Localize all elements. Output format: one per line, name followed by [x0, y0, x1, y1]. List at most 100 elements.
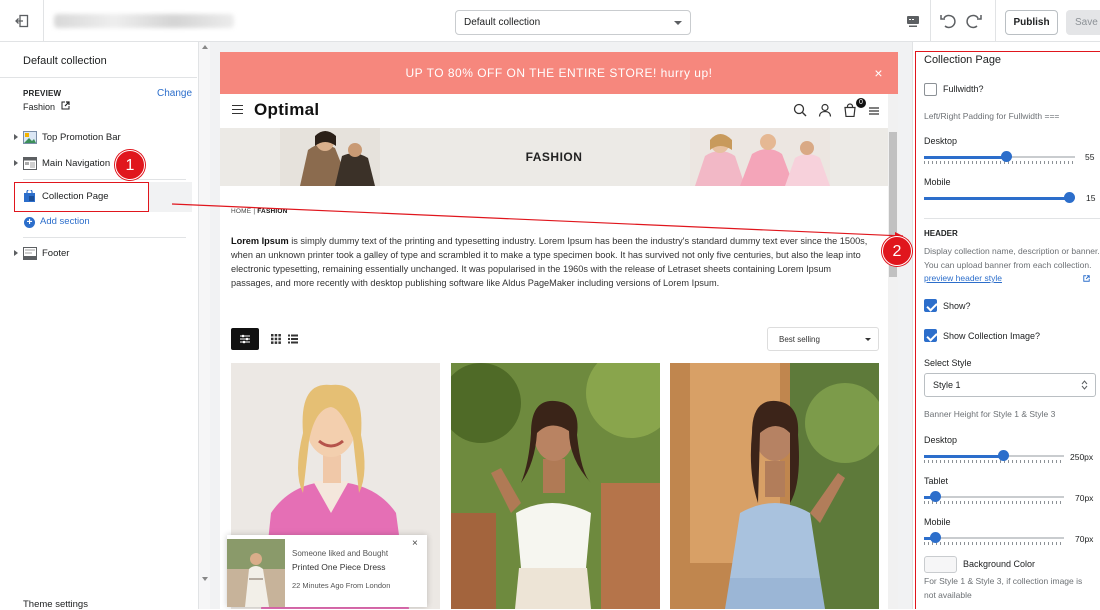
show-collection-image-checkbox[interactable] [924, 329, 937, 342]
add-section-label: Add section [40, 216, 90, 227]
scroll-up-icon[interactable] [202, 45, 208, 49]
description-bold: Lorem Ipsum [231, 236, 289, 246]
section-label: Main Navigation [42, 158, 111, 169]
promo-text: UP TO 80% OFF ON THE ENTIRE STORE! hurry… [405, 66, 713, 80]
promotion-bar: UP TO 80% OFF ON THE ENTIRE STORE! hurry… [220, 52, 898, 94]
section-image-icon [23, 131, 37, 144]
select-arrows-icon [1081, 380, 1088, 390]
header-description: Display collection name, description or … [924, 245, 1100, 286]
collection-description: Lorem Ipsum is simply dummy text of the … [231, 234, 871, 290]
search-icon[interactable] [793, 103, 807, 117]
slider-track [924, 537, 1064, 539]
breadcrumb-separator: | [253, 208, 256, 215]
caret-right-icon[interactable] [14, 134, 18, 140]
section-main-navigation[interactable]: Main Navigation [0, 152, 197, 176]
slider-handle[interactable] [998, 450, 1009, 461]
plus-circle-icon: + [24, 217, 35, 228]
store-name-blurred [54, 14, 234, 28]
theme-settings-link[interactable]: Theme settings [23, 599, 88, 610]
hamburger-menu-icon[interactable] [232, 105, 243, 114]
header-desc-text: Display collection name, description or … [924, 246, 1100, 270]
template-select[interactable]: Default collection [455, 10, 691, 35]
mobile-padding-value: 15 [1086, 193, 1096, 203]
caret-right-icon[interactable] [14, 160, 18, 166]
section-label: Top Promotion Bar [42, 132, 121, 143]
sort-by-select[interactable]: Best selling [767, 327, 879, 351]
slider-handle[interactable] [930, 532, 941, 543]
breadcrumb-home[interactable]: HOME [231, 208, 251, 215]
banner-desktop-slider[interactable] [924, 450, 1064, 463]
slider-ticks [924, 161, 1075, 164]
change-preview-link[interactable]: Change [157, 88, 192, 99]
store-preview-frame[interactable]: UP TO 80% OFF ON THE ENTIRE STORE! hurry… [220, 52, 898, 609]
preview-scrollbar[interactable] [888, 94, 898, 609]
scroll-down-icon[interactable] [202, 577, 208, 581]
list-view-icon[interactable] [288, 334, 298, 344]
section-settings-panel: Collection Page Fullwidth? Left/Right Pa… [912, 42, 1100, 609]
menu-lines-icon[interactable] [867, 103, 881, 117]
padding-label: Left/Right Padding for Fullwidth === [924, 111, 1060, 121]
fullwidth-checkbox[interactable] [924, 83, 937, 96]
filter-button[interactable] [231, 328, 259, 350]
background-color-desc: For Style 1 & Style 3, if collection ima… [924, 576, 1083, 600]
template-select-value: Default collection [464, 17, 541, 28]
notification-close-icon[interactable]: × [412, 538, 418, 549]
divider [924, 218, 1100, 219]
section-top-promotion-bar[interactable]: Top Promotion Bar [0, 126, 197, 150]
banner-mobile-slider[interactable] [924, 532, 1064, 545]
redo-button[interactable] [962, 10, 984, 32]
publish-button[interactable]: Publish [1005, 10, 1058, 35]
section-footer[interactable]: Footer [0, 242, 197, 266]
mobile-padding-slider[interactable] [924, 192, 1075, 204]
add-section-button[interactable]: + Add section [24, 216, 90, 228]
promo-close-icon[interactable]: × [874, 52, 883, 94]
annotation-badge-2: 2 [882, 236, 912, 266]
slider-fill [924, 455, 1002, 458]
style-select[interactable]: Style 1 [924, 373, 1096, 397]
purchase-notification-popup[interactable]: Someone liked and Bought Printed One Pie… [227, 535, 427, 607]
user-account-icon[interactable] [818, 103, 832, 117]
slider-ticks [924, 542, 1064, 545]
banner-tablet-value: 70px [1075, 493, 1094, 503]
banner-height-label: Banner Height for Style 1 & Style 3 [924, 409, 1056, 419]
save-button[interactable]: Save [1066, 10, 1100, 35]
background-color-swatch[interactable] [924, 556, 957, 573]
preview-header-style-link[interactable]: preview header style [924, 273, 1002, 283]
settings-title: Collection Page [924, 54, 1002, 66]
notification-product-name[interactable]: Printed One Piece Dress [292, 562, 386, 572]
section-layout-icon [23, 157, 37, 170]
store-logo[interactable]: Optimal [254, 100, 319, 120]
cart-count-badge: 0 [856, 98, 866, 108]
slider-track [924, 496, 1064, 498]
product-image [451, 363, 660, 609]
undo-button[interactable] [938, 10, 960, 32]
caret-down-icon [865, 338, 871, 341]
show-header-checkbox[interactable] [924, 299, 937, 312]
external-link-icon[interactable] [1083, 275, 1090, 282]
template-title: Default collection [23, 55, 107, 67]
shopping-bag-icon[interactable] [843, 103, 857, 117]
slider-fill [924, 197, 1069, 200]
preview-canvas: UP TO 80% OFF ON THE ENTIRE STORE! hurry… [210, 42, 912, 609]
desktop-padding-slider[interactable] [924, 151, 1075, 164]
slider-handle[interactable] [1001, 151, 1012, 162]
slider-fill [924, 156, 1006, 159]
banner-tablet-slider[interactable] [924, 491, 1064, 504]
product-card[interactable] [670, 363, 879, 609]
sidebar-scrollbar[interactable] [198, 42, 210, 609]
slider-handle[interactable] [1064, 192, 1075, 203]
slider-ticks [924, 460, 1064, 463]
slider-handle[interactable] [930, 491, 941, 502]
device-toggle-button[interactable] [895, 0, 931, 42]
section-collection-page[interactable]: Collection Page [14, 182, 149, 212]
store-header: Optimal 0 [220, 94, 888, 128]
caret-right-icon[interactable] [14, 250, 18, 256]
external-link-icon[interactable] [61, 101, 70, 110]
banner-mobile-value: 70px [1075, 534, 1094, 544]
exit-button[interactable] [0, 0, 44, 42]
background-color-label: Background Color [963, 559, 1036, 569]
section-label: Footer [42, 248, 70, 259]
product-card[interactable] [451, 363, 660, 609]
divider [995, 0, 996, 42]
grid-view-icon[interactable] [271, 334, 281, 344]
